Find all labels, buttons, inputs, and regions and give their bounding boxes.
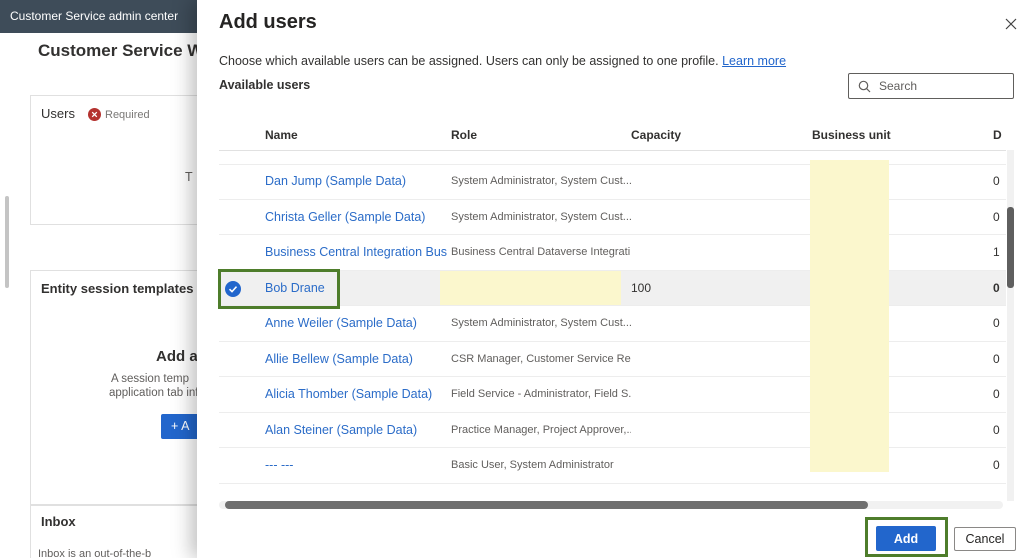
entity-session-templates-card: Entity session templates Add a A session…: [30, 270, 241, 505]
page-scrollbar[interactable]: [5, 196, 9, 288]
search-input[interactable]: [877, 78, 1013, 94]
selected-check-icon[interactable]: [225, 280, 241, 297]
required-icon: [88, 108, 101, 126]
screen: Customer Service admin center Customer S…: [0, 0, 1024, 558]
user-role-text: Business Central Dataverse Integrati...: [451, 246, 631, 258]
user-last-column-text: 0: [993, 458, 1000, 472]
user-name-link[interactable]: Allie Bellew (Sample Data): [265, 342, 447, 378]
dialog-title: Add users: [219, 11, 317, 33]
user-name-link[interactable]: Christa Geller (Sample Data): [265, 200, 447, 236]
inbox-description-clipped: Inbox is an out-of-the-b: [38, 548, 152, 558]
inbox-card-title: Inbox: [41, 514, 76, 529]
vertical-scrollbar-thumb[interactable]: [1007, 207, 1014, 288]
user-last-column-text: 0: [993, 280, 1000, 295]
user-role-text: CSR Manager, Customer Service Re...: [451, 352, 631, 365]
user-last-column-text: 0: [993, 174, 1000, 188]
close-icon[interactable]: [1001, 15, 1021, 35]
vertical-scrollbar[interactable]: [1007, 150, 1014, 501]
search-box: [848, 73, 1014, 99]
users-label: Users: [41, 106, 75, 121]
users-empty-text: T: [185, 170, 193, 184]
dialog-description-text: Choose which available users can be assi…: [219, 54, 719, 68]
users-card: Users Required T: [30, 95, 220, 225]
dialog-description: Choose which available users can be assi…: [219, 54, 786, 68]
horizontal-scrollbar[interactable]: [219, 501, 1003, 509]
user-name-link[interactable]: Anne Weiler (Sample Data): [265, 306, 447, 342]
learn-more-link[interactable]: Learn more: [722, 54, 786, 68]
column-header-business-unit[interactable]: Business unit: [812, 121, 891, 150]
user-role-text: System Administrator, System Cust...: [451, 175, 631, 187]
cancel-button[interactable]: Cancel: [954, 527, 1016, 551]
user-name-link[interactable]: --- ---: [265, 448, 447, 484]
user-last-column-text: 1: [993, 245, 1000, 259]
user-role-text: Basic User, System Administrator: [451, 459, 614, 471]
user-role-text: System Administrator, System Cust...: [451, 317, 631, 329]
required-label: Required: [105, 109, 150, 121]
column-header-role[interactable]: Role: [451, 121, 477, 150]
user-name-link[interactable]: Business Central Integration Busin: [265, 235, 447, 271]
entity-empty-line1: A session temp: [111, 373, 189, 385]
user-last-column-text: 0: [993, 316, 1000, 330]
add-button[interactable]: Add: [876, 526, 936, 551]
search-icon: [858, 80, 871, 92]
available-users-label: Available users: [219, 78, 311, 92]
entity-card-title: Entity session templates: [41, 281, 194, 296]
user-role-text: System Administrator, System Cust...: [451, 210, 631, 223]
user-last-column-text: 0: [993, 387, 1000, 401]
user-name-link[interactable]: Dan Jump (Sample Data): [265, 164, 447, 200]
entity-empty-title: Add a: [156, 348, 198, 365]
user-name-link[interactable]: Alicia Thomber (Sample Data): [265, 377, 447, 413]
column-header-capacity[interactable]: Capacity: [631, 121, 681, 150]
page-title: Customer Service Wo: [38, 41, 214, 60]
add-users-dialog: Add users Choose which available users c…: [197, 0, 1024, 558]
horizontal-scrollbar-thumb[interactable]: [225, 501, 868, 509]
user-last-column-text: 0: [993, 209, 1000, 224]
column-header-clipped[interactable]: D: [993, 121, 1002, 150]
business-unit-highlight-strip: [810, 160, 889, 472]
user-role-text: Practice Manager, Project Approver,...: [451, 423, 631, 436]
user-name-link[interactable]: Alan Steiner (Sample Data): [265, 413, 447, 449]
entity-empty-line2: application tab inf: [109, 387, 199, 399]
user-last-column-text: 0: [993, 351, 1000, 366]
user-role-text: Field Service - Administrator, Field S..…: [451, 388, 631, 400]
user-capacity-text: 100: [631, 280, 652, 295]
app-title: Customer Service admin center: [10, 9, 179, 23]
sort-descending-icon: ↓: [269, 128, 275, 142]
user-last-column-text: 0: [993, 422, 1000, 437]
table-header: Name ↓ Role Capacity Business unit D: [219, 121, 1006, 151]
user-name-link[interactable]: Bob Drane: [265, 271, 447, 307]
